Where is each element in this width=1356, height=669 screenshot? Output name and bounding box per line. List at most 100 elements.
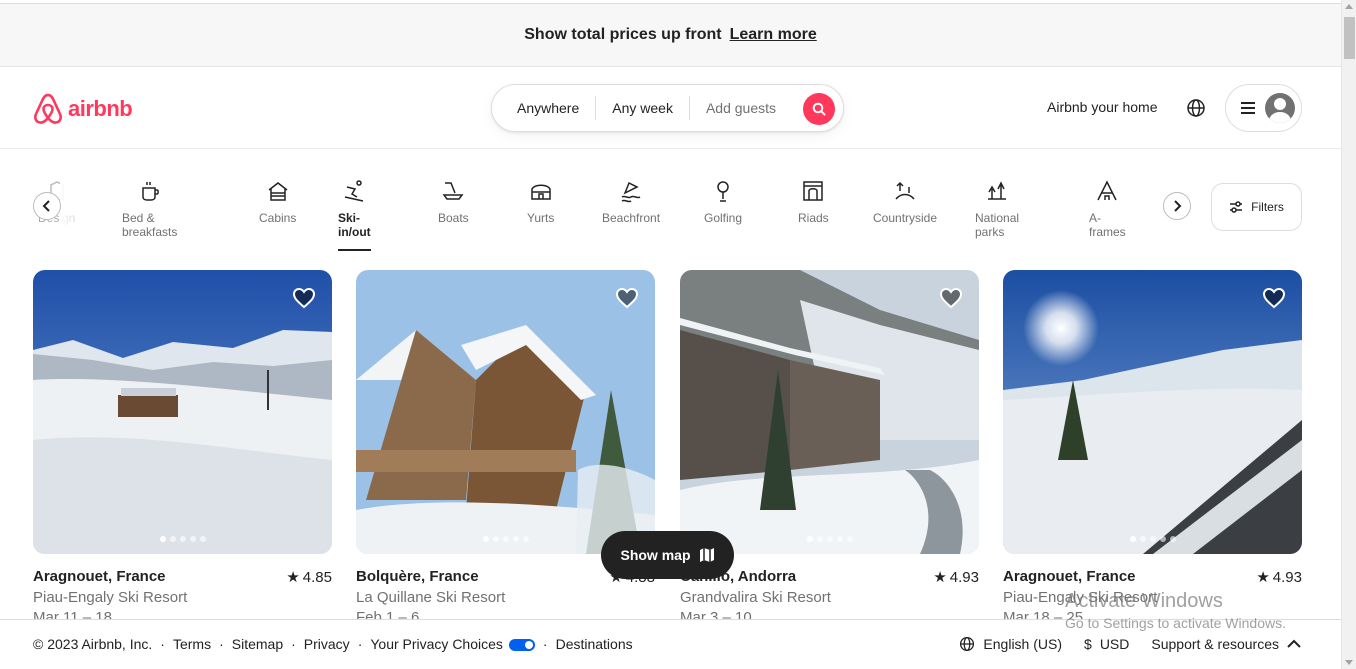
search-bar[interactable]: Anywhere Any week Add guests [491,84,844,132]
heart-icon[interactable] [615,286,639,310]
listing-card[interactable]: Aragnouet, France ★ 4.85 Piau-Engaly Ski … [33,270,332,626]
category-countryside[interactable]: Countryside [873,179,937,225]
show-map-button[interactable]: Show map [601,531,734,579]
golf-icon [717,181,729,202]
heart-icon[interactable] [292,286,316,310]
separator: · [542,635,548,652]
category-label: Yurts [527,211,555,225]
listing-card[interactable]: Aragnouet, France ★ 4.93 Piau-Engaly Ski … [1003,270,1302,626]
category-scroll-left-button[interactable] [33,192,61,220]
listing-image [356,270,655,554]
price-display-banner: Show total prices up front Learn more [0,4,1341,67]
globe-icon[interactable] [1186,98,1206,118]
user-menu-button[interactable] [1225,84,1302,132]
listing-subtitle: La Quillane Ski Resort [356,589,506,606]
category-label: Riads [798,211,829,225]
a-frame-icon [1097,180,1118,201]
category-bed-breakfasts[interactable]: Bed & breakfasts [122,179,177,239]
terms-link[interactable]: Terms [173,636,211,652]
scroll-down-arrow[interactable] [1345,660,1353,665]
separator: · [219,635,224,652]
hamburger-menu-icon [1241,102,1255,114]
destinations-link[interactable]: Destinations [556,636,633,652]
search-when[interactable]: Any week [596,96,689,120]
listing-subtitle: Piau-Engaly Ski Resort [33,589,188,606]
listing-photo[interactable] [680,270,979,554]
category-scroll-right-button[interactable] [1163,192,1191,220]
category-cabins[interactable]: Cabins [259,179,296,225]
heart-icon[interactable] [939,286,963,310]
listing-title: Bolquère, France [356,568,479,585]
show-map-label: Show map [620,547,691,563]
cabin-icon [268,182,288,201]
yurt-icon [530,184,551,200]
coffee-cup-icon [141,182,159,201]
search-button[interactable] [803,93,835,125]
category-label: Boats [438,211,469,225]
search-guests[interactable]: Add guests [690,96,792,120]
category-beachfront[interactable]: Beachfront [602,179,660,225]
scroll-thumb[interactable] [1344,17,1355,59]
photo-pagination-dots [1129,536,1176,542]
separator: · [357,635,363,652]
listing-title: Aragnouet, France [33,568,166,585]
filters-label: Filters [1251,200,1284,214]
learn-more-link[interactable]: Learn more [730,26,817,44]
category-golfing[interactable]: Golfing [704,179,742,225]
category-riads[interactable]: Riads [798,179,829,225]
star-icon: ★ [933,569,947,586]
category-national-parks[interactable]: National parks [975,179,1019,239]
chevron-left-icon [42,200,50,212]
skier-icon [345,180,364,202]
site-footer: © 2023 Airbnb, Inc. · Terms · Sitemap · … [0,619,1341,667]
airbnb-your-home-link[interactable]: Airbnb your home [1047,99,1158,115]
boat-icon [442,182,464,200]
category-label: Ski-in/out [338,211,371,239]
privacy-toggle-icon [508,638,535,651]
airbnb-belo-icon [34,93,62,124]
rating-value: 4.85 [302,568,332,586]
category-label: Cabins [259,211,297,225]
sliders-icon [1230,201,1243,213]
separator: · [291,635,296,652]
category-boats[interactable]: Boats [438,179,469,225]
language-selector[interactable]: English (US) [959,636,1062,652]
filters-button[interactable]: Filters [1211,183,1302,231]
globe-icon [960,636,975,651]
category-label: Countryside [873,211,938,225]
listing-subtitle: Grandvalira Ski Resort [680,589,831,606]
category-label: Beachfront [602,211,661,225]
currency-symbol: $ [1084,635,1092,652]
category-yurts[interactable]: Yurts [527,179,554,225]
countryside-icon [895,181,915,200]
scroll-up-arrow[interactable] [1345,4,1353,9]
photo-pagination-dots [159,536,206,542]
support-label: Support & resources [1151,635,1279,652]
category-a-frames[interactable]: A-frames [1089,179,1126,239]
site-header: airbnb Anywhere Any week Add guests Airb… [0,68,1341,149]
sitemap-link[interactable]: Sitemap [232,636,283,652]
vertical-scrollbar[interactable] [1341,0,1356,669]
avatar [1265,93,1295,123]
listing-photo[interactable] [33,270,332,554]
currency-selector[interactable]: $ USD [1084,636,1129,652]
search-where[interactable]: Anywhere [492,96,595,120]
banner-text: Show total prices up front [524,26,722,43]
category-label: Bed & breakfasts [122,211,178,239]
category-fade [60,179,90,239]
language-label: English (US) [983,635,1063,652]
heart-icon[interactable] [1262,286,1286,310]
national-park-icon [988,181,1007,200]
listing-photo[interactable] [356,270,655,554]
chevron-right-icon [1174,200,1182,212]
privacy-link[interactable]: Privacy [304,636,350,652]
listing-photo[interactable] [1003,270,1302,554]
chevron-up-icon [1287,639,1301,648]
support-resources-button[interactable]: Support & resources [1151,636,1301,652]
category-ski-in-out[interactable]: Ski-in/out [338,179,371,251]
listing-image [33,270,332,554]
airbnb-logo[interactable]: airbnb [32,92,133,126]
listing-rating: ★ 4.85 [286,568,332,587]
photo-pagination-dots [482,536,529,542]
privacy-choices-link[interactable]: Your Privacy Choices [370,636,535,652]
